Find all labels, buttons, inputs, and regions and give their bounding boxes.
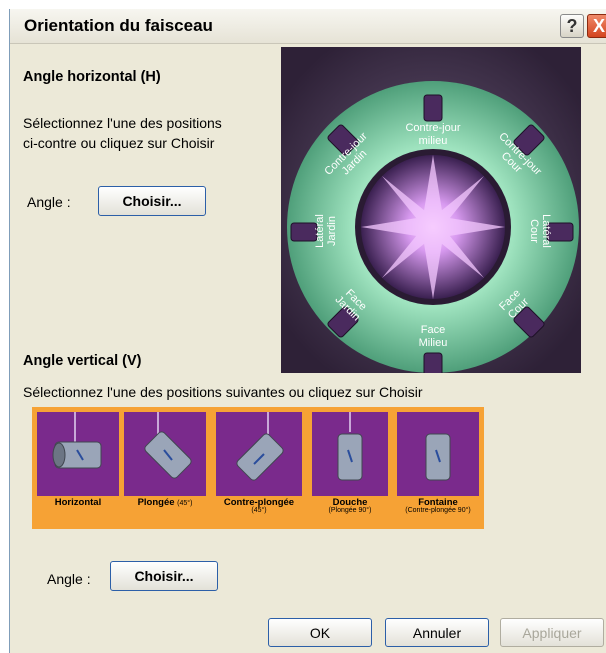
vertical-note-douche: (Plongée 90°) xyxy=(328,507,372,514)
vertical-label-plongee-sub: (45°) xyxy=(177,500,193,507)
vertical-option-douche[interactable] xyxy=(312,412,388,496)
help-button[interactable]: ? xyxy=(560,14,584,38)
vertical-angle-heading: Angle vertical (V) xyxy=(23,353,142,369)
label-face-milieu-2: Milieu xyxy=(419,337,448,349)
vertical-label-plongee: Plongée (45°) xyxy=(124,497,206,508)
vertical-option-contre-plongee[interactable] xyxy=(216,412,302,496)
vertical-note-fontaine: (Contre-plongée 90°) xyxy=(405,507,471,514)
close-icon: X xyxy=(592,15,605,36)
ok-button[interactable]: OK xyxy=(268,618,372,647)
apply-button[interactable]: Appliquer xyxy=(500,618,604,647)
horizontal-instructions-line2: ci-contre ou cliquez sur Choisir xyxy=(23,135,215,151)
vertical-option-horizontal[interactable] xyxy=(37,412,119,496)
projector-horizontal-icon xyxy=(52,412,102,469)
projector-douche-icon xyxy=(337,412,363,481)
horizontal-choose-button[interactable]: Choisir... xyxy=(98,186,206,216)
projector-plongee-icon xyxy=(144,412,192,479)
help-icon: ? xyxy=(566,15,578,36)
title-bar: Orientation du faisceau ? X xyxy=(10,9,606,44)
label-lateral-jardin-1: Latéral xyxy=(314,214,326,248)
label-contre-jour-milieu-2: milieu xyxy=(419,135,448,147)
vertical-option-plongee[interactable] xyxy=(124,412,206,496)
vertical-instructions: Sélectionnez l'une des positions suivant… xyxy=(23,384,423,400)
dialog-window: Orientation du faisceau ? X Angle horizo… xyxy=(9,9,606,653)
horizontal-angle-label: Angle : xyxy=(27,194,71,210)
label-lateral-cour-1: Latéral xyxy=(540,214,552,248)
projector-contre-jour-milieu-icon[interactable] xyxy=(423,94,443,122)
vertical-option-fontaine[interactable] xyxy=(397,412,479,496)
dialog-title: Orientation du faisceau xyxy=(24,16,213,35)
label-face-milieu-1: Face xyxy=(421,324,445,336)
vertical-note-contre-plongee: (45°) xyxy=(251,507,267,514)
vertical-position-strip: Horizontal Plongée (45°) Contre-plongée … xyxy=(32,407,484,529)
label-lateral-cour-2: Cour xyxy=(528,219,540,243)
vertical-angle-label: Angle : xyxy=(47,571,91,587)
projector-fontaine-icon xyxy=(425,433,451,481)
cancel-button[interactable]: Annuler xyxy=(385,618,489,647)
horizontal-angle-heading: Angle horizontal (H) xyxy=(23,69,161,85)
vertical-label-horizontal: Horizontal xyxy=(54,497,102,508)
vertical-label-plongee-text: Plongée xyxy=(137,497,175,508)
projector-face-milieu-icon[interactable] xyxy=(423,352,443,373)
label-lateral-jardin-2: Jardin xyxy=(326,216,338,246)
label-contre-jour-milieu-1: Contre-jour xyxy=(405,122,460,134)
close-button[interactable]: X xyxy=(587,14,606,38)
projector-contre-plongee-icon xyxy=(236,412,284,481)
stage-diagram-svg: Contre-jour milieu Contre-jour Cour Cont… xyxy=(281,47,581,373)
vertical-choose-button[interactable]: Choisir... xyxy=(110,561,218,591)
horizontal-position-diagram: Contre-jour milieu Contre-jour Cour Cont… xyxy=(281,47,581,373)
horizontal-instructions-line1: Sélectionnez l'une des positions xyxy=(23,115,222,131)
